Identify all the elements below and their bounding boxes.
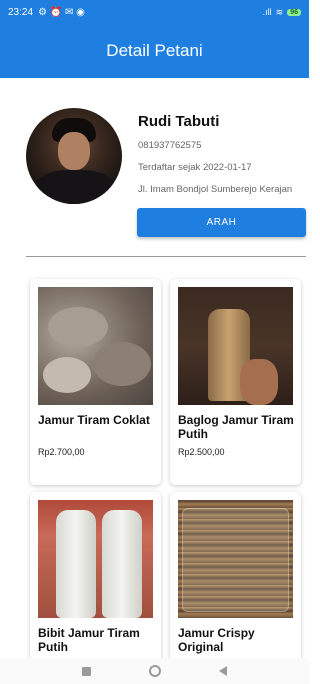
product-image — [38, 500, 153, 618]
farmer-name: Rudi Tabuti — [138, 113, 220, 130]
status-bar: 23:24 ⚙ ⏰ ✉ ◉ .ıll ≋ 96 — [0, 0, 309, 24]
product-name: Jamur Crispy Original — [178, 626, 255, 654]
wifi-icon: ≋ — [275, 6, 284, 17]
product-price: Rp2.700,00 — [38, 447, 85, 457]
product-name: Baglog Jamur Tiram Putih — [178, 413, 294, 441]
product-price: Rp2.500,00 — [178, 447, 225, 457]
farmer-registered-date: Terdaftar sejak 2022-01-17 — [138, 162, 252, 173]
product-name: Bibit Jamur Tiram Putih — [38, 626, 140, 654]
product-image — [178, 287, 293, 405]
app-bar: Detail Petani — [0, 24, 309, 78]
notification-icons: ⚙ ⏰ ✉ ◉ — [38, 6, 85, 18]
page-title: Detail Petani — [106, 41, 203, 60]
home-icon[interactable] — [149, 665, 161, 677]
signal-icon: .ıll — [262, 7, 272, 17]
product-image — [38, 287, 153, 405]
product-card[interactable]: Baglog Jamur Tiram Putih Rp2.500,00 — [170, 279, 301, 485]
divider — [26, 256, 306, 257]
recent-apps-icon[interactable] — [82, 666, 91, 676]
navigation-bar — [0, 658, 309, 684]
product-image — [178, 500, 293, 618]
status-time: 23:24 — [8, 6, 34, 18]
farmer-address: Jl. Imam Bondjol Sumberejo Kerajan — [138, 184, 293, 195]
product-card[interactable]: Jamur Crispy Original — [170, 492, 301, 662]
direction-button[interactable]: ARAH — [137, 208, 306, 237]
battery-icon: 96 — [287, 8, 301, 16]
avatar — [26, 108, 122, 204]
product-name: Jamur Tiram Coklat — [38, 413, 150, 427]
product-card[interactable]: Jamur Tiram Coklat Rp2.700,00 — [30, 279, 161, 485]
back-icon[interactable] — [219, 666, 227, 676]
product-card[interactable]: Bibit Jamur Tiram Putih — [30, 492, 161, 662]
farmer-phone: 081937762575 — [138, 140, 202, 151]
